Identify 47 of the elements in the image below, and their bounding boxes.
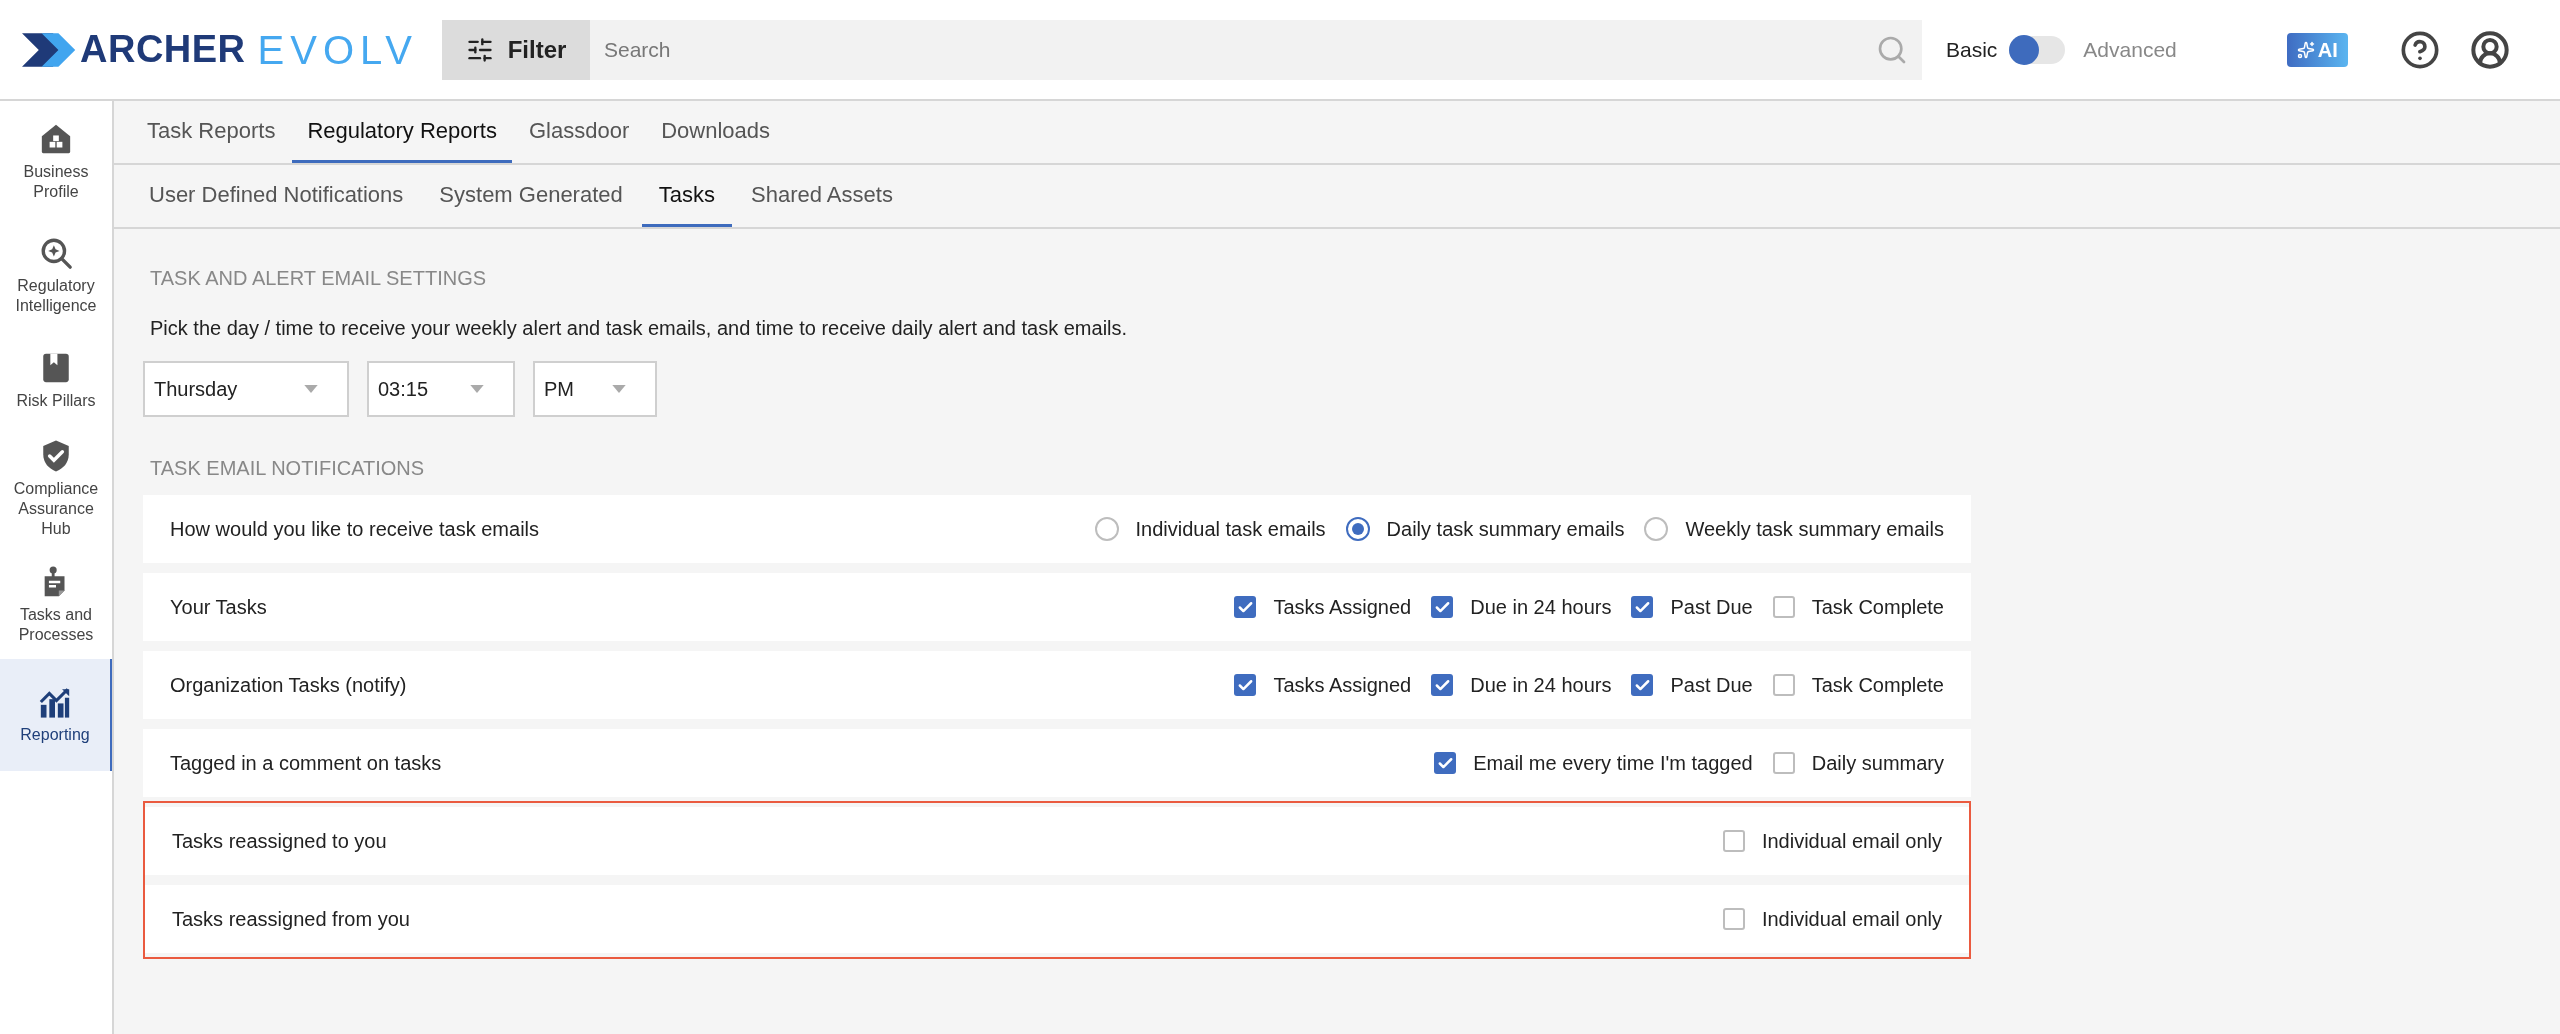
option-label: Due in 24 hours (1470, 673, 1612, 698)
option-label: Tasks Assigned (1273, 673, 1412, 698)
subtab[interactable]: System Generated (422, 165, 640, 227)
option-label: Past Due (1670, 673, 1753, 698)
logo-brand: ARCHER (80, 27, 246, 72)
option-label: Task Complete (1811, 673, 1944, 698)
option-label: Tasks Assigned (1273, 595, 1412, 620)
advanced-label: Advanced (2083, 36, 2177, 63)
tab[interactable]: Regulatory Reports (292, 101, 512, 163)
row-label: Tasks reassigned from you (172, 907, 410, 932)
option-label: Individual task emails (1135, 517, 1326, 542)
sidebar-item[interactable]: Business Profile (0, 107, 112, 217)
sidebar-item[interactable]: Reporting (0, 659, 112, 771)
subtab[interactable]: Shared Assets (734, 165, 910, 227)
sidebar-item[interactable]: Regulatory Intelligence (0, 217, 112, 335)
dropdown-field[interactable]: Thursday (143, 361, 349, 417)
option-label: Individual email only (1761, 829, 1942, 854)
section-heading: TASK EMAIL NOTIFICATIONS (149, 456, 426, 481)
subtab[interactable]: Tasks (641, 165, 733, 227)
tab[interactable]: Glassdoor (513, 101, 645, 163)
option-label: Task Complete (1811, 595, 1944, 620)
option-label: Daily summary (1811, 751, 1944, 776)
dropdown-field[interactable]: 03:15 (367, 361, 515, 417)
option-label: Weekly task summary emails (1685, 517, 1944, 542)
option-label: Daily task summary emails (1386, 517, 1625, 542)
tab[interactable]: Downloads (646, 101, 786, 163)
sidebar-item[interactable]: Risk Pillars (0, 335, 112, 427)
filter-button[interactable]: Filter (442, 19, 590, 80)
dropdown-field[interactable]: PM (533, 361, 657, 417)
row-label: Your Tasks (170, 595, 267, 620)
subtab[interactable]: User Defined Notifications (132, 165, 421, 227)
sidebar-item[interactable]: Compliance Assurance Hub (0, 427, 112, 551)
option-label: Email me every time I'm tagged (1473, 751, 1753, 776)
basic-label: Basic (1946, 36, 1998, 63)
row-label: How would you like to receive task emails (170, 517, 540, 542)
section-heading: TASK AND ALERT EMAIL SETTINGS (149, 266, 488, 291)
option-label: Individual email only (1761, 907, 1942, 932)
sidebar-item[interactable]: Tasks and Processes (0, 551, 112, 659)
option-label: Due in 24 hours (1470, 595, 1612, 620)
logo-product: EVOLV (257, 26, 418, 74)
logo[interactable]: ARCHER EVOLV (22, 19, 418, 80)
row-label: Tasks reassigned to you (172, 829, 387, 854)
option-label: Past Due (1670, 595, 1753, 620)
row-label: Organization Tasks (notify) (170, 673, 407, 698)
section-description: Pick the day / time to receive your weekly alert and task emails, and time to receive daily alert and task emails. (149, 316, 1129, 341)
tab[interactable]: Task Reports (132, 101, 291, 163)
row-label: Tagged in a comment on tasks (170, 751, 442, 776)
